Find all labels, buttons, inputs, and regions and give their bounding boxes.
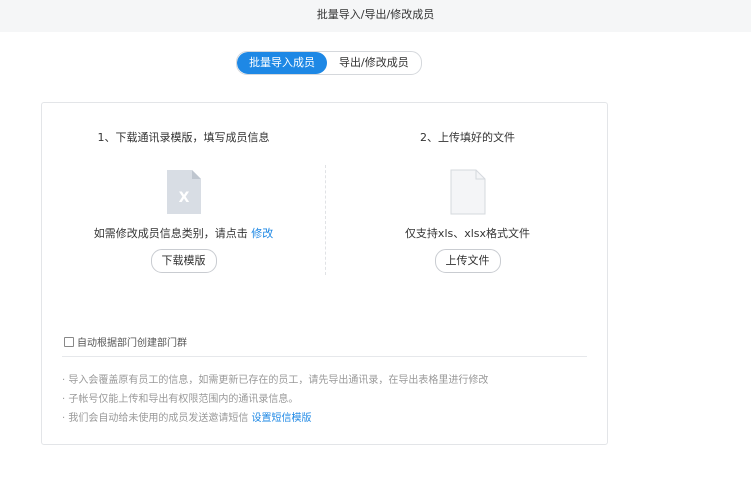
step-divider [325,165,326,275]
step-download-title: 1、下载通讯录模版，填写成员信息 [97,131,270,144]
auto-create-group-checkbox[interactable] [64,336,74,347]
note-item: · 导入会覆盖原有员工的信息，如需更新已存在的员工，请先导出通讯录，在导出表格里… [62,375,489,386]
tab-export-modify[interactable]: 导出/修改成员 [327,52,421,74]
tab-batch-import[interactable]: 批量导入成员 [237,52,327,74]
file-format-hint: 仅支持xls、xlsx格式文件 [404,227,531,240]
section-divider [62,356,587,357]
note-item-text: · 我们会自动给未使用的成员发送邀请短信 [62,413,249,424]
excel-icon-letter: X [178,190,189,206]
note-item: · 子帐号仅能上传和导出有权限范围内的通讯录信息。 [62,394,299,405]
modify-fields-link[interactable]: 修改 [251,227,273,240]
modify-fields-text: 如需修改成员信息类别，请点击 [93,227,248,240]
excel-file-icon: X [166,169,202,219]
page-title: 批量导入/导出/修改成员 [316,8,435,21]
import-card: 1、下载通讯录模版，填写成员信息 X 如需修改成员信息类别，请点击 修改 下载模… [41,102,608,445]
blank-file-icon [450,169,486,219]
page-header: 批量导入/导出/修改成员 [0,0,751,32]
modify-fields-hint: 如需修改成员信息类别，请点击 修改 [42,225,325,241]
download-template-button[interactable]: 下载模版 [150,249,217,273]
note-item: · 我们会自动给未使用的成员发送邀请短信 设置短信模版 [62,409,488,428]
upload-file-button[interactable]: 上传文件 [434,249,501,273]
auto-create-group-option[interactable]: 自动根据部门创建部门群 [64,334,187,349]
step-upload-title: 2、上传填好的文件 [420,131,515,144]
mode-switch: 批量导入成员 导出/修改成员 [236,51,422,75]
import-notes: · 导入会覆盖原有员工的信息，如需更新已存在的员工，请先导出通讯录，在导出表格里… [62,371,488,428]
auto-create-group-label: 自动根据部门创建部门群 [77,338,187,349]
sms-template-link[interactable]: 设置短信模版 [252,413,312,424]
